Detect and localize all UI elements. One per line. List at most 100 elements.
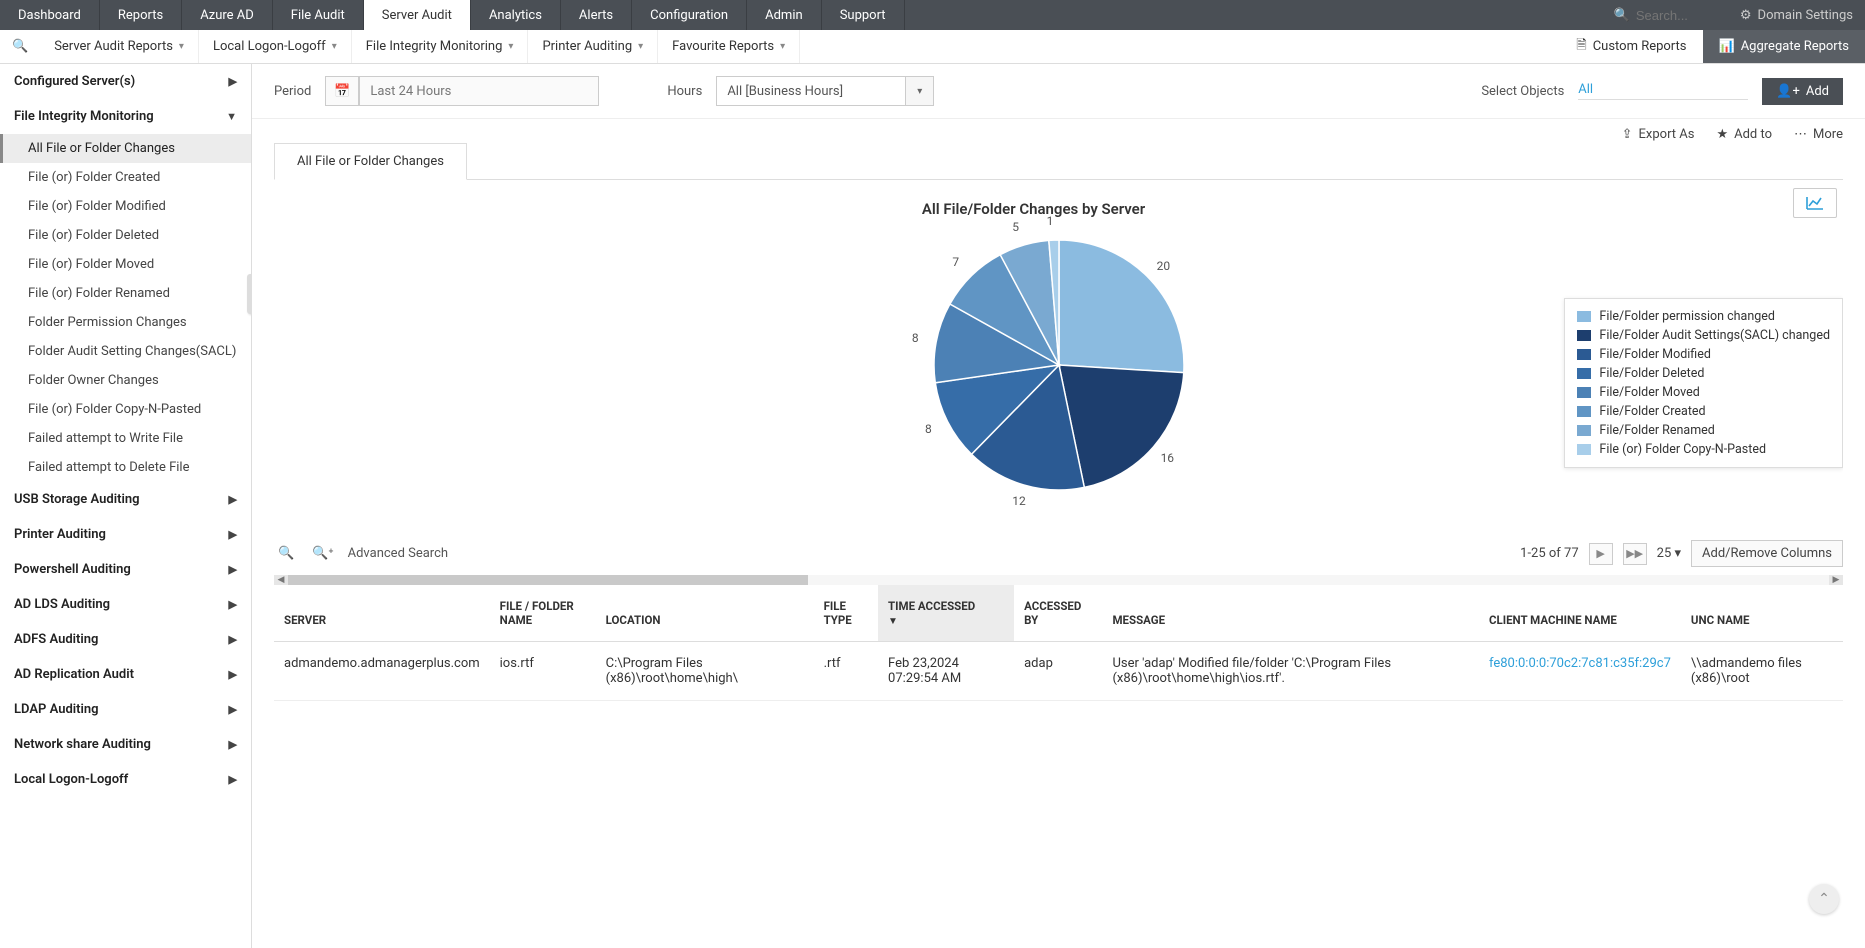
chevron-down-icon[interactable]: ▾ <box>906 76 934 106</box>
horizontal-scrollbar[interactable]: ◀▶ <box>274 575 1843 585</box>
subnav-file-integrity-monitoring[interactable]: File Integrity Monitoring▾ <box>352 30 529 63</box>
chevron-right-icon: ▶ <box>229 633 237 646</box>
column-header[interactable]: TIME ACCESSED▼ <box>878 585 1014 642</box>
legend-item[interactable]: File/Folder Deleted <box>1577 364 1830 383</box>
nav-tab-support[interactable]: Support <box>822 0 905 30</box>
pie-slice-label: 1 <box>1047 214 1054 228</box>
client-link[interactable]: fe80:0:0:0:70c2:7c81:c35f:29c7 <box>1489 656 1671 671</box>
nav-tab-alerts[interactable]: Alerts <box>561 0 632 30</box>
sidebar-item[interactable]: Folder Permission Changes <box>0 308 251 337</box>
search-icon: 🔍 <box>1614 8 1630 23</box>
select-objects-label: Select Objects <box>1481 84 1564 99</box>
add-to-button[interactable]: ★Add to <box>1716 127 1772 142</box>
sidebar-group[interactable]: ADFS Auditing▶ <box>0 622 251 657</box>
legend-item[interactable]: File (or) Folder Copy-N-Pasted <box>1577 440 1830 459</box>
sidebar-item[interactable]: File (or) Folder Created <box>0 163 251 192</box>
legend-item[interactable]: File/Folder Moved <box>1577 383 1830 402</box>
chart-title: All File/Folder Changes by Server <box>274 200 1843 218</box>
export-icon: ⇪ <box>1622 127 1633 142</box>
sidebar-group[interactable]: Network share Auditing▶ <box>0 727 251 762</box>
column-header[interactable]: CLIENT MACHINE NAME <box>1479 585 1681 642</box>
legend-item[interactable]: File/Folder permission changed <box>1577 307 1830 326</box>
sidebar-item[interactable]: Failed attempt to Write File <box>0 424 251 453</box>
advanced-search-label[interactable]: Advanced Search <box>348 546 448 561</box>
search-input[interactable] <box>1636 8 1716 23</box>
legend-item[interactable]: File/Folder Renamed <box>1577 421 1830 440</box>
column-header[interactable]: UNC NAME <box>1681 585 1843 642</box>
subnav-server-audit-reports[interactable]: Server Audit Reports▾ <box>40 30 199 63</box>
grid-search-icon[interactable]: 🔍 <box>274 546 298 561</box>
sidebar-group-fim[interactable]: File Integrity Monitoring ▼ <box>0 99 251 134</box>
nav-tab-server-audit[interactable]: Server Audit <box>364 0 471 30</box>
sidebar-item[interactable]: Folder Audit Setting Changes(SACL) <box>0 337 251 366</box>
sidebar-group-configured-servers[interactable]: Configured Server(s) ▶ <box>0 64 251 99</box>
next-page-button[interactable]: ▶ <box>1589 543 1613 565</box>
sidebar-item[interactable]: File (or) Folder Renamed <box>0 279 251 308</box>
global-search[interactable]: 🔍 <box>1602 0 1728 30</box>
sidebar-group[interactable]: Printer Auditing▶ <box>0 517 251 552</box>
legend-label: File/Folder permission changed <box>1599 309 1775 324</box>
chevron-right-icon: ▶ <box>229 738 237 751</box>
legend-item[interactable]: File/Folder Audit Settings(SACL) changed <box>1577 326 1830 345</box>
nav-tab-dashboard[interactable]: Dashboard <box>0 0 100 30</box>
legend-item[interactable]: File/Folder Created <box>1577 402 1830 421</box>
nav-tab-configuration[interactable]: Configuration <box>632 0 747 30</box>
column-header[interactable]: FILE TYPE <box>814 585 878 642</box>
aggregate-reports-button[interactable]: 📊 Aggregate Reports <box>1703 30 1865 63</box>
period-value[interactable]: Last 24 Hours <box>359 76 599 106</box>
add-remove-columns-button[interactable]: Add/Remove Columns <box>1691 540 1843 567</box>
column-header[interactable]: ACCESSED BY <box>1014 585 1102 642</box>
sidebar-item[interactable]: Failed attempt to Delete File <box>0 453 251 482</box>
column-header[interactable]: LOCATION <box>596 585 814 642</box>
sidebar-item[interactable]: All File or Folder Changes <box>0 134 251 163</box>
custom-reports-button[interactable]: 🗎 Custom Reports <box>1560 30 1702 63</box>
chart-type-toggle[interactable] <box>1793 188 1837 218</box>
advanced-search-icon[interactable]: 🔍⁺ <box>308 546 337 561</box>
sidebar-group[interactable]: USB Storage Auditing▶ <box>0 482 251 517</box>
subnav-favourite-reports[interactable]: Favourite Reports▾ <box>658 30 800 63</box>
export-as-button[interactable]: ⇪Export As <box>1622 127 1695 142</box>
chevron-right-icon: ▶ <box>229 773 237 786</box>
sidebar-item[interactable]: Folder Owner Changes <box>0 366 251 395</box>
sidebar-group[interactable]: Local Logon-Logoff▶ <box>0 762 251 797</box>
column-header[interactable]: SERVER <box>274 585 490 642</box>
more-button[interactable]: ⋯More <box>1794 127 1843 142</box>
sidebar-group[interactable]: AD Replication Audit▶ <box>0 657 251 692</box>
chevron-right-icon: ▶ <box>229 75 237 88</box>
sidebar-collapse-handle[interactable] <box>247 274 252 314</box>
column-header[interactable]: FILE / FOLDER NAME <box>490 585 596 642</box>
calendar-icon[interactable]: 📅 <box>325 76 359 106</box>
sidebar-group[interactable]: Powershell Auditing▶ <box>0 552 251 587</box>
nav-tab-file-audit[interactable]: File Audit <box>273 0 364 30</box>
legend-item[interactable]: File/Folder Modified <box>1577 345 1830 364</box>
select-objects-value[interactable]: All <box>1578 82 1748 100</box>
sidebar-group[interactable]: AD LDS Auditing▶ <box>0 587 251 622</box>
report-tab[interactable]: All File or Folder Changes <box>274 143 467 180</box>
subnav-local-logon-logoff[interactable]: Local Logon-Logoff▾ <box>199 30 352 63</box>
hours-select[interactable]: All [Business Hours] <box>716 76 906 106</box>
add-button[interactable]: 👤+ Add <box>1762 78 1843 105</box>
legend-swatch <box>1577 330 1591 341</box>
subnav-search-icon[interactable]: 🔍 <box>0 39 40 54</box>
chevron-right-icon: ▶ <box>229 703 237 716</box>
chevron-down-icon: ▾ <box>508 41 513 52</box>
sidebar-item[interactable]: File (or) Folder Deleted <box>0 221 251 250</box>
sidebar-item[interactable]: File (or) Folder Moved <box>0 250 251 279</box>
legend-label: File/Folder Deleted <box>1599 366 1704 381</box>
page-size-select[interactable]: 25 ▾ <box>1657 546 1681 561</box>
sidebar-item[interactable]: File (or) Folder Copy-N-Pasted <box>0 395 251 424</box>
column-header[interactable]: MESSAGE <box>1102 585 1479 642</box>
scroll-to-top-button[interactable]: ⌃ <box>1809 884 1839 914</box>
sidebar-item[interactable]: File (or) Folder Modified <box>0 192 251 221</box>
nav-tab-azure-ad[interactable]: Azure AD <box>182 0 273 30</box>
sidebar-group[interactable]: LDAP Auditing▶ <box>0 692 251 727</box>
sub-nav: 🔍 Server Audit Reports▾Local Logon-Logof… <box>0 30 1865 64</box>
subnav-printer-auditing[interactable]: Printer Auditing▾ <box>528 30 658 63</box>
last-page-button[interactable]: ▶▶ <box>1623 543 1647 565</box>
table-row[interactable]: admandemo.admanagerplus.comios.rtfC:\Pro… <box>274 642 1843 701</box>
nav-tab-admin[interactable]: Admin <box>747 0 822 30</box>
sidebar-group-label: File Integrity Monitoring <box>14 109 154 124</box>
nav-tab-reports[interactable]: Reports <box>100 0 182 30</box>
nav-tab-analytics[interactable]: Analytics <box>471 0 561 30</box>
domain-settings-button[interactable]: ⚙Domain Settings <box>1728 0 1865 30</box>
